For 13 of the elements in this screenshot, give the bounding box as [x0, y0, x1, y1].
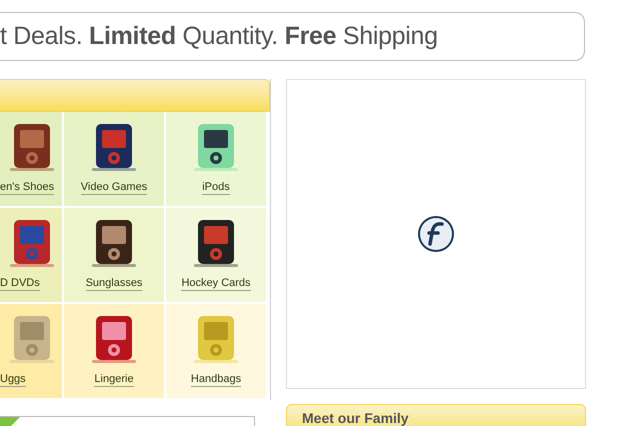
category-link[interactable]: en's Shoes — [0, 180, 54, 195]
corner-tab-icon — [0, 417, 20, 426]
category-link[interactable]: Handbags — [190, 372, 242, 387]
category-link[interactable]: iPods — [202, 180, 230, 195]
category-link[interactable]: Hockey Cards — [181, 276, 251, 291]
category-link[interactable]: D DVDs — [0, 276, 40, 291]
category-link[interactable]: Sunglasses — [86, 276, 142, 291]
banner-text: t Deals. Limited Quantity. Free Shipping — [0, 20, 438, 52]
category-link[interactable]: Lingerie — [94, 372, 134, 387]
plugin-logo-icon — [417, 215, 455, 253]
category-link[interactable]: Uggs — [0, 372, 26, 387]
category-link[interactable]: Video Games — [80, 180, 148, 195]
family-heading: Meet our Family — [302, 410, 409, 426]
